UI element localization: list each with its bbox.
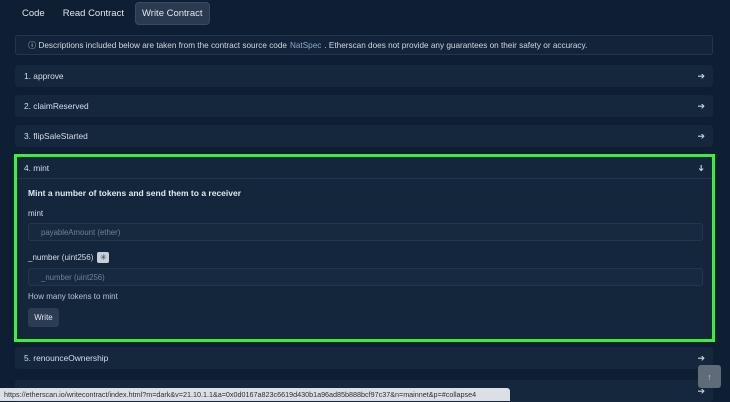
arrow-right-icon: ➔ — [697, 352, 705, 363]
arrow-down-icon: ➔ — [696, 163, 707, 172]
scroll-top-button[interactable]: ↑ — [698, 365, 721, 388]
natspec-link[interactable]: NatSpec — [290, 41, 321, 50]
plus-asterisk-icon[interactable]: ✳ — [97, 252, 110, 263]
arrow-right-icon: ➔ — [697, 70, 705, 81]
function-label: 1. approve — [24, 71, 64, 81]
natspec-notice: ⓘ Descriptions included below are taken … — [15, 35, 713, 55]
number-input[interactable]: _number (uint256) — [28, 268, 703, 286]
function-row-approve[interactable]: 1. approve ➔ — [15, 65, 713, 87]
param-hint: How many tokens to mint — [28, 292, 118, 301]
function-row-mint[interactable]: 4. mint ➔ — [17, 157, 712, 179]
write-button[interactable]: Write — [28, 308, 59, 327]
browser-status-url: https://etherscan.io/writecontract/index… — [0, 388, 510, 401]
arrow-right-icon: ➔ — [697, 100, 705, 111]
tab-read-contract[interactable]: Read Contract — [56, 2, 131, 25]
tab-write-contract[interactable]: Write Contract — [134, 2, 210, 25]
mint-function-panel: 4. mint ➔ Mint a number of tokens and se… — [14, 154, 715, 342]
tab-code[interactable]: Code — [15, 2, 52, 25]
notice-text-after: . Etherscan does not provide any guarant… — [324, 40, 588, 50]
function-label: 5. renounceOwnership — [24, 353, 109, 363]
contract-tabs: Code Read Contract Write Contract — [15, 2, 210, 25]
arrow-right-icon: ➔ — [697, 130, 705, 141]
function-label: 2. claimReserved — [24, 101, 89, 111]
notice-text-before: Descriptions included below are taken fr… — [38, 40, 287, 50]
param-label-mint: mint — [28, 209, 44, 218]
arrow-up-icon: ↑ — [707, 371, 712, 382]
mint-description: Mint a number of tokens and send them to… — [28, 188, 242, 198]
function-row-flipsalestarted[interactable]: 3. flipSaleStarted ➔ — [15, 125, 713, 147]
payable-amount-input[interactable]: payableAmount (ether) — [28, 223, 703, 241]
function-row-renounceownership[interactable]: 5. renounceOwnership ➔ — [15, 347, 713, 369]
function-label: 4. mint — [24, 162, 50, 173]
function-row-claimreserved[interactable]: 2. claimReserved ➔ — [15, 95, 713, 117]
function-label: 3. flipSaleStarted — [24, 131, 88, 141]
param-label-number: _number (uint256) ✳ — [28, 252, 704, 263]
info-icon: ⓘ — [28, 41, 39, 50]
